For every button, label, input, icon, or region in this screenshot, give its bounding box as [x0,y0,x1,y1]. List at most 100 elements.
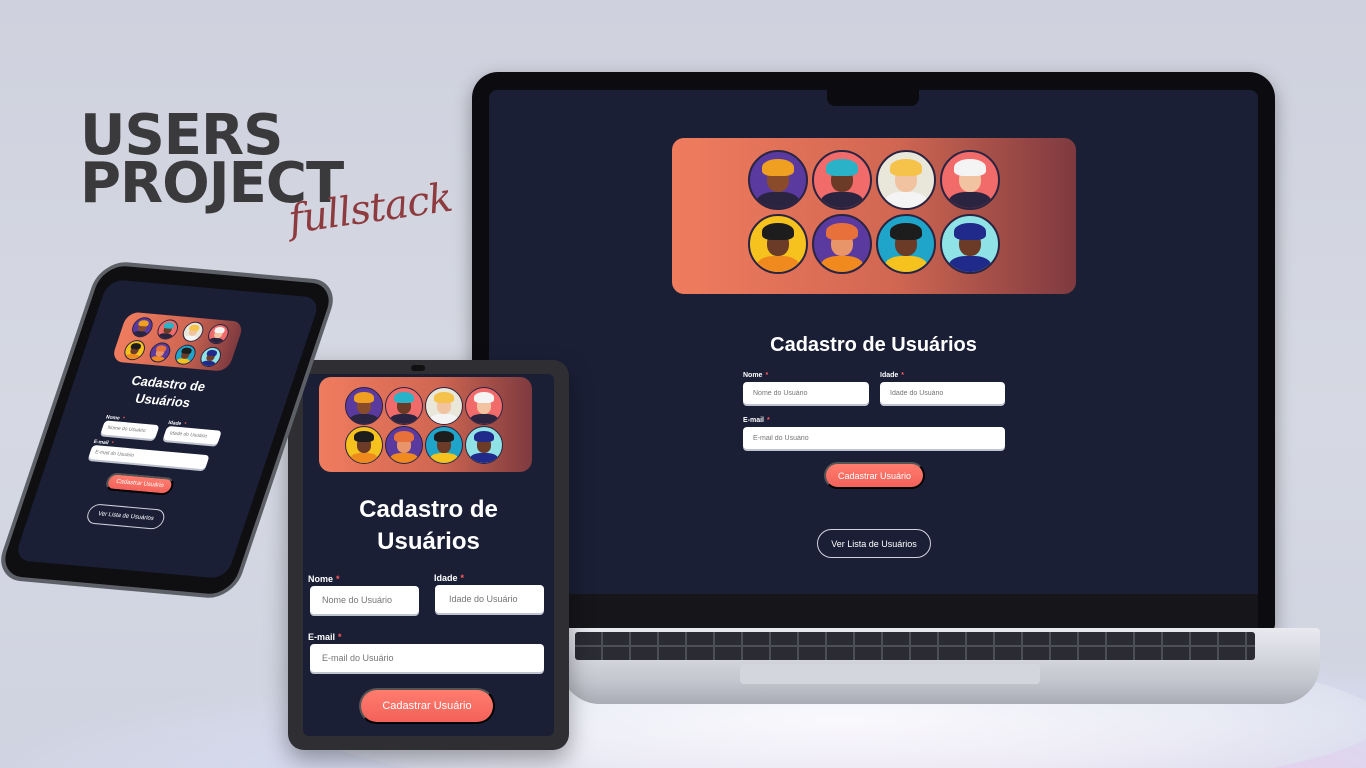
avatar-woman-cap-icon [812,150,872,210]
avatar-hair [890,158,922,176]
name-label: Nome* [743,372,768,379]
avatar-hair [188,324,201,331]
avatar-hair [130,342,142,350]
avatar-body [470,452,498,463]
avatar-body [430,413,458,424]
avatar-body [182,335,199,343]
avatar-body [884,256,928,272]
required-mark: * [767,417,770,424]
required-mark: * [460,573,465,583]
avatar-woman-curly-icon [129,316,156,339]
avatar-woman-blonde-icon [876,150,936,210]
age-label-text: Idade [880,372,899,379]
tablet-screen: Cadastro de Usuários Nome* Idade* E-mail… [303,374,554,736]
avatar-man-afro-icon [940,214,1000,274]
register-user-button[interactable]: Cadastrar Usuário [359,688,495,724]
name-input[interactable] [310,586,419,614]
avatars-banner [319,377,532,472]
laptop-chin [489,594,1258,628]
avatar-hair [826,158,858,176]
avatar-body [200,360,217,368]
avatar-hair [393,431,415,443]
avatar-hair [353,431,375,443]
avatar-man-jacket-icon [425,426,463,464]
email-input[interactable] [88,444,210,470]
email-label-text: E-mail [308,632,336,642]
avatars-banner [672,138,1076,294]
page-title: Cadastro de Usuários [770,334,977,356]
avatar-hair [762,222,794,240]
avatar-hair [954,158,986,176]
avatar-man-afro-icon [197,346,224,368]
project-headline: USERS PROJECT fullstack [80,108,455,244]
avatar-woman-cap-icon [385,387,423,425]
avatar-man-white-hair-icon [940,150,1000,210]
avatar-hair [762,158,794,176]
page-title: Cadastro de Usuários [303,494,554,558]
avatar-body [350,413,378,424]
avatar-woman-blonde-icon [425,387,463,425]
view-user-list-button[interactable]: Ver Lista de Usuários [817,529,931,558]
avatar-body [207,337,224,345]
avatar-hair [826,222,858,240]
avatar-woman-curly-icon [345,387,383,425]
required-mark: * [901,372,905,379]
avatar-hair [473,392,495,404]
avatar-body [390,413,418,424]
avatar-body [124,353,140,361]
avatar-man-afro-icon [465,426,503,464]
view-user-list-button[interactable]: Ver Lista de Usuários [84,503,168,530]
avatar-body [390,452,418,463]
avatar-body [820,192,864,208]
laptop-notch [827,90,919,106]
avatar-body [948,192,992,208]
page-title: Cadastro de Usuários [67,367,264,417]
avatar-hair [213,326,226,334]
email-input[interactable] [743,427,1005,449]
avatar-man-beard-icon [812,214,872,274]
register-user-button[interactable]: Cadastrar Usuário [824,462,925,489]
avatar-body [470,413,498,424]
avatar-body [131,330,148,339]
register-user-button[interactable]: Cadastrar Usuário [103,472,176,496]
age-label-text: Idade [434,573,458,583]
avatar-man-beard-icon [385,426,423,464]
required-mark: * [338,632,342,642]
age-label: Idade* [880,372,904,379]
age-input[interactable] [162,425,222,445]
avatar-man-beard-icon [146,341,174,364]
avatar-hair [137,319,150,327]
avatar-hair [393,392,415,404]
email-input[interactable] [310,644,544,672]
name-label-text: Nome [743,372,763,379]
avatar-body [884,192,928,208]
avatar-man-jacket-icon [876,214,936,274]
avatar-hair [433,392,455,404]
avatar-body [756,256,800,272]
name-input[interactable] [100,420,160,440]
avatar-body [157,332,174,341]
avatar-hair [954,222,986,240]
email-label: E-mail* [308,632,342,642]
avatar-man-glasses-icon [748,214,808,274]
email-label-text: E-mail [743,417,765,424]
avatar-body [756,192,800,208]
avatar-body [430,452,458,463]
age-input[interactable] [435,585,544,613]
avatar-woman-cap-icon [154,318,181,341]
tablet-camera [411,365,425,371]
avatar-body [820,256,864,272]
page-title-line-2: Usuários [377,528,480,555]
avatar-hair [163,322,175,329]
avatar-man-glasses-icon [121,339,148,361]
age-input[interactable] [880,382,1005,404]
name-label-text: Nome [308,574,334,584]
avatar-man-white-hair-icon [465,387,503,425]
avatar-man-jacket-icon [172,343,199,366]
avatar-hair [155,345,168,352]
name-input[interactable] [743,382,869,404]
avatar-hair [206,349,218,356]
required-mark: * [336,574,340,584]
avatar-hair [890,222,922,240]
avatars-banner [110,311,245,372]
